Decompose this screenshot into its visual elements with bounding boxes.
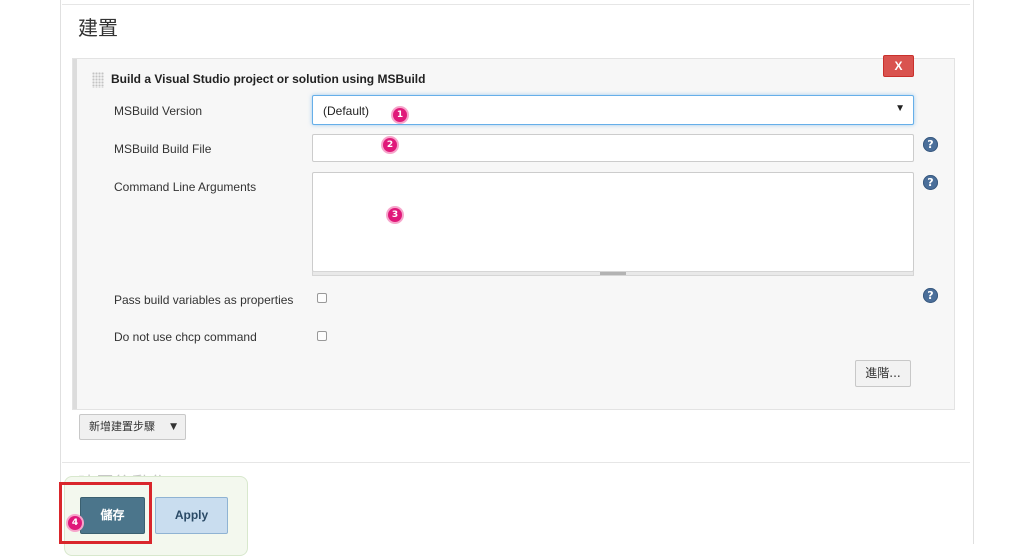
save-highlight-box [59, 482, 152, 544]
textarea-resize-grip[interactable] [312, 271, 914, 276]
no-chcp-checkbox[interactable] [317, 331, 327, 341]
pass-build-variables-checkbox[interactable] [317, 293, 327, 303]
add-build-step-label: 新增建置步驟 [89, 420, 155, 433]
msbuild-version-value: (Default) [323, 104, 370, 118]
grip-thumb [600, 272, 626, 275]
msbuild-build-file-label: MSBuild Build File [114, 142, 212, 156]
top-divider [62, 4, 970, 5]
help-circle-icon[interactable]: ? [923, 175, 938, 190]
command-line-arguments-textarea[interactable] [312, 172, 914, 272]
command-line-arguments-label: Command Line Arguments [114, 180, 257, 194]
pass-build-variables-label: Pass build variables as properties [114, 293, 294, 307]
drag-handle-icon[interactable] [92, 72, 104, 88]
advanced-button[interactable]: 進階... [855, 360, 911, 387]
annotation-marker-1: 1 [393, 108, 407, 122]
delete-step-button[interactable]: X [883, 55, 914, 77]
msbuild-step-panel: Build a Visual Studio project or solutio… [72, 55, 955, 410]
msbuild-version-label: MSBuild Version [114, 104, 203, 118]
caret-down-icon: ▼ [895, 103, 905, 114]
annotation-marker-2: 2 [383, 138, 397, 152]
no-chcp-label: Do not use chcp command [114, 330, 257, 344]
annotation-marker-4: 4 [68, 516, 82, 530]
help-circle-icon[interactable]: ? [923, 288, 938, 303]
build-section-title: 建置 [78, 16, 118, 40]
help-circle-icon[interactable]: ? [923, 137, 938, 152]
annotation-marker-3: 3 [388, 208, 402, 222]
msbuild-build-file-input[interactable] [312, 134, 914, 162]
caret-down-icon: ▼ [170, 422, 177, 432]
add-build-step-button[interactable]: 新增建置步驟 ▼ [79, 414, 186, 440]
msbuild-step-heading: Build a Visual Studio project or solutio… [111, 72, 426, 86]
panel-left-bar [73, 59, 77, 409]
apply-button[interactable]: Apply [155, 497, 228, 534]
section-divider [62, 462, 970, 463]
